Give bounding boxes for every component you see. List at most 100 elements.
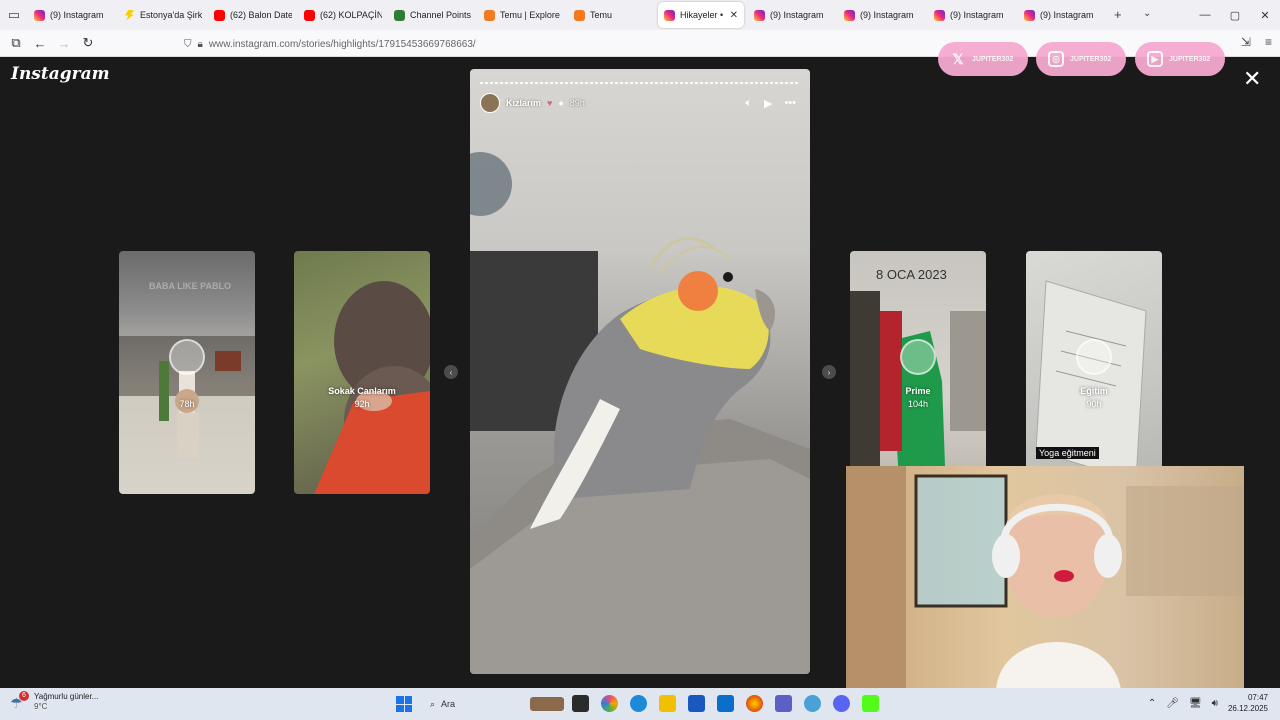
new-tab-button[interactable]: + (1114, 7, 1122, 22)
weather-icon: ☂ 6 (10, 691, 29, 711)
search-highlight-icon (530, 697, 564, 711)
instagram-icon (664, 9, 675, 21)
extensions-icon[interactable]: ⇲ (1241, 35, 1251, 49)
tab-label: Channel Points - (410, 10, 472, 20)
highlight-thumb-2[interactable]: Sokak Canlarım 92h (294, 251, 430, 494)
browser-tab[interactable]: (9) Instagram (928, 2, 1018, 28)
next-story-button[interactable]: › (822, 365, 836, 379)
highlight-thumb-image (314, 281, 430, 494)
highlight-time: 92h (354, 399, 370, 409)
social-pill-youtube: ▶ JUPITER302 (1135, 42, 1225, 76)
thumb-caption: Yoga eğitmeni (1036, 447, 1099, 459)
browser-tab[interactable]: (9) Instagram (28, 2, 118, 28)
forward-button[interactable]: → (52, 36, 76, 51)
weather-widget[interactable]: ☂ 6 Yağmurlu günler... 9°C (10, 691, 98, 712)
minimize-icon[interactable]: — (1190, 9, 1220, 21)
mute-icon[interactable]: 🔈︎ (745, 97, 752, 110)
settings-icon[interactable] (804, 695, 821, 712)
temu-icon (574, 9, 585, 21)
tab-overview-icon[interactable]: ▭ (0, 0, 28, 30)
highlight-title: Sokak Canlarım (328, 386, 396, 396)
search-placeholder: Ara (441, 699, 456, 709)
browser-tab[interactable]: Temu | Explore th (478, 2, 568, 28)
instagram-icon: ◎ (1048, 51, 1064, 67)
browser-tab[interactable]: Hikayeler • Ins ✕ (658, 2, 744, 28)
notification-badge: 6 (19, 691, 29, 701)
highlight-title: Eğitim (1080, 386, 1108, 396)
webcam-overlay (846, 466, 1244, 690)
edge-icon[interactable] (630, 695, 647, 712)
firefox-icon[interactable] (746, 695, 763, 712)
volume-icon[interactable]: 🔊︎ (1212, 698, 1218, 709)
url-text: www.instagram.com/stories/highlights/179… (208, 38, 476, 50)
highlight-time: 78h (179, 399, 195, 409)
teams-icon[interactable] (775, 695, 792, 712)
close-stories-button[interactable]: ✕ (1243, 68, 1261, 90)
play-icon[interactable]: ▶ (764, 97, 772, 110)
story-avatar[interactable] (480, 93, 500, 113)
temu-icon (484, 9, 495, 21)
discord-icon[interactable] (833, 695, 850, 712)
instagram-logo[interactable]: Instagram (11, 64, 110, 84)
pill-label: JUPITER302 (972, 55, 1014, 63)
highlight-thumb-1[interactable]: BABA LIKE PABLO 78h (119, 251, 255, 494)
network-icon[interactable]: 🖥︎ (1189, 698, 1202, 709)
browser-tab[interactable]: (62) Balon Date S (208, 2, 298, 28)
story-controls: 🔈︎ ▶ ••• (745, 97, 796, 110)
highlight-thumb-3[interactable]: 8 OCA 2023 Prime 104h (850, 251, 986, 494)
close-window-icon[interactable]: ✕ (1250, 9, 1280, 22)
copilot-icon[interactable] (601, 695, 618, 712)
story-username[interactable]: Kızlarım (506, 98, 541, 108)
social-pill-instagram: ◎ JUPITER302 (1036, 42, 1126, 76)
tab-label: Estonya'da Şirket (140, 10, 202, 20)
browser-tab[interactable]: (9) Instagram (748, 2, 838, 28)
highlight-thumb-4[interactable]: Eğitim 90h Yoga eğitmeni (1026, 251, 1162, 494)
maximize-icon[interactable]: ▢ (1220, 9, 1250, 22)
taskbar-search[interactable]: ⌕ Ara (424, 694, 564, 714)
tab-label: Hikayeler • Ins (680, 10, 725, 20)
highlight-title: Prime (905, 386, 931, 396)
tray-chevron-icon[interactable]: ⌃ (1148, 698, 1156, 709)
store-icon[interactable] (688, 695, 705, 712)
clock[interactable]: 07:47 26.12.2025 (1228, 692, 1268, 714)
menu-icon[interactable]: ≡ (1265, 35, 1272, 49)
close-tab-icon[interactable]: ✕ (730, 10, 738, 21)
instagram-icon (34, 9, 45, 21)
tab-label: (9) Instagram (950, 10, 1004, 20)
reload-button[interactable]: ↻ (76, 35, 100, 51)
file-explorer-icon[interactable] (659, 695, 676, 712)
back-button[interactable]: ← (28, 36, 52, 51)
highlight-avatar (900, 339, 936, 375)
browser-tab[interactable]: (9) Instagram (838, 2, 928, 28)
shield-icon: ⛉ (184, 38, 192, 50)
start-button[interactable] (396, 696, 412, 712)
terminal-icon[interactable] (572, 695, 589, 712)
story-time: 89h (569, 98, 585, 108)
microphone-icon[interactable]: 🎤︎ (1166, 698, 1179, 709)
tab-label: (9) Instagram (1040, 10, 1094, 20)
verified-icon: ● (558, 98, 564, 108)
outlook-icon[interactable] (717, 695, 734, 712)
instagram-icon (1024, 9, 1035, 21)
highlight-time: 104h (907, 399, 929, 409)
sidebar-toggle-icon[interactable]: ⧉ (4, 35, 28, 51)
instagram-icon (754, 9, 765, 21)
tab-label: (9) Instagram (860, 10, 914, 20)
previous-story-button[interactable]: ‹ (444, 365, 458, 379)
tab-label: Temu | Explore th (500, 10, 562, 20)
tab-label: Temu (590, 10, 613, 20)
browser-tab[interactable]: (9) Instagram (1018, 2, 1108, 28)
story-viewer[interactable]: Kızlarım ♥ ● 89h 🔈︎ ▶ ••• (470, 69, 810, 674)
highlight-avatar (169, 339, 205, 375)
browser-tab[interactable]: Channel Points - (388, 2, 478, 28)
browser-tab[interactable]: Estonya'da Şirket (118, 2, 208, 28)
tab-list-chevron-icon[interactable]: ⌄ (1143, 8, 1151, 19)
pill-label: JUPITER302 (1070, 55, 1112, 63)
browser-tab[interactable]: Temu (568, 2, 658, 28)
instagram-icon (934, 9, 945, 21)
search-icon: ⌕ (430, 698, 436, 709)
browser-tab[interactable]: (62) KOLPAÇİNO (298, 2, 388, 28)
kick-icon[interactable] (862, 695, 879, 712)
more-options-icon[interactable]: ••• (784, 97, 796, 110)
toolbar-right: ⇲ ≡ (1241, 35, 1272, 49)
